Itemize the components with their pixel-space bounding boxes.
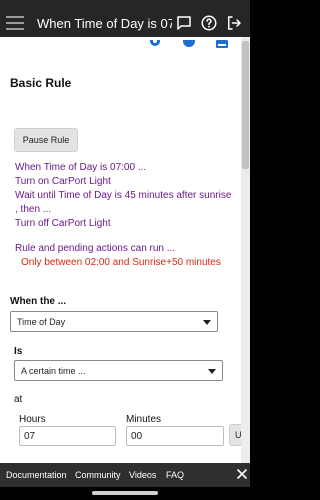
help-icon[interactable] xyxy=(200,14,218,32)
hours-input[interactable]: 07 xyxy=(19,426,116,446)
hours-label: Hours xyxy=(19,414,46,425)
info-icon[interactable] xyxy=(182,40,196,49)
menu-icon[interactable] xyxy=(6,16,24,30)
chevron-down-icon xyxy=(208,368,216,374)
rule-summary-line: Wait until Time of Day is 45 minutes aft… xyxy=(15,190,232,201)
minutes-input[interactable]: 00 xyxy=(126,426,224,446)
main-content: Basic Rule Pause Rule When Time of Day i… xyxy=(0,37,241,463)
footer-bar: Documentation Community Videos FAQ xyxy=(0,463,250,487)
minutes-label: Minutes xyxy=(126,414,162,425)
trigger-label: When the ... xyxy=(10,296,67,307)
page-title: When Time of Day is 07:00, t xyxy=(37,16,172,31)
footer-link-community[interactable]: Community xyxy=(75,470,121,480)
restriction-heading: Rule and pending actions can run ... xyxy=(15,243,176,254)
scrollbar[interactable] xyxy=(241,37,250,463)
condition-value: A certain time ... xyxy=(21,365,86,376)
section-heading: Basic Rule xyxy=(10,76,72,90)
chevron-down-icon xyxy=(203,319,211,325)
at-label: at xyxy=(14,394,23,405)
rule-summary-line: Turn off CarPort Light xyxy=(15,218,111,229)
footer-link-documentation[interactable]: Documentation xyxy=(6,470,67,480)
scrollbar-thumb[interactable] xyxy=(242,41,249,169)
trigger-type-select[interactable]: Time of Day xyxy=(10,311,218,332)
condition-select[interactable]: A certain time ... xyxy=(14,360,223,381)
footer-link-faq[interactable]: FAQ xyxy=(166,470,184,480)
restriction-detail: Only between 02:00 and Sunrise+50 minute… xyxy=(21,257,221,268)
pause-rule-button[interactable]: Pause Rule xyxy=(14,128,78,152)
rule-summary-line: Turn on CarPort Light xyxy=(15,176,111,187)
trigger-type-value: Time of Day xyxy=(17,316,66,327)
rule-summary-line: When Time of Day is 07:00 ... xyxy=(15,162,147,173)
close-icon[interactable] xyxy=(236,468,248,480)
logout-icon[interactable] xyxy=(225,14,243,32)
save-icon[interactable] xyxy=(215,40,229,49)
condition-label: Is xyxy=(14,346,23,357)
rule-summary-line: , then ... xyxy=(15,204,52,215)
home-indicator[interactable] xyxy=(92,491,158,495)
footer-link-videos[interactable]: Videos xyxy=(129,470,156,480)
settings-icon[interactable] xyxy=(148,40,162,49)
system-nav-bar xyxy=(0,487,250,500)
chat-bubble-icon[interactable] xyxy=(175,14,193,32)
